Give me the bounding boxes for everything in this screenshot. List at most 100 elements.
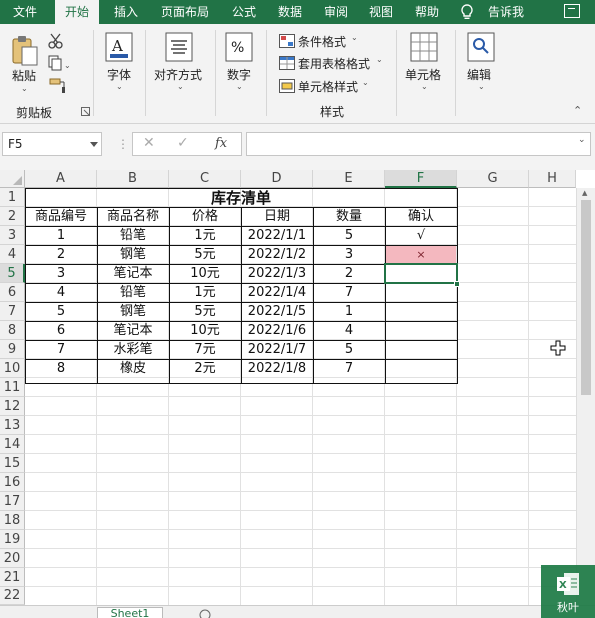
- tab-file[interactable]: 文件: [0, 0, 50, 24]
- tab-insert[interactable]: 插入: [104, 0, 148, 24]
- row-header[interactable]: 17: [0, 492, 25, 511]
- table-cell[interactable]: 1元: [169, 283, 241, 302]
- table-title[interactable]: 库存清单: [25, 189, 457, 207]
- editing-label[interactable]: 编辑: [467, 66, 491, 83]
- table-cell[interactable]: 橡皮: [97, 359, 169, 378]
- column-header-h[interactable]: H: [529, 170, 576, 188]
- cancel-icon[interactable]: ✕: [143, 135, 155, 151]
- row-header[interactable]: 5: [0, 264, 25, 283]
- table-format-icon[interactable]: [279, 56, 295, 70]
- table-cell[interactable]: 2022/1/8: [241, 359, 313, 378]
- lightbulb-icon[interactable]: [460, 4, 474, 20]
- table-cell[interactable]: 2022/1/3: [241, 264, 313, 283]
- row-header[interactable]: 13: [0, 416, 25, 435]
- table-cell[interactable]: [385, 302, 457, 321]
- table-cell[interactable]: 2022/1/4: [241, 283, 313, 302]
- table-cell[interactable]: 3: [313, 245, 385, 264]
- row-header[interactable]: 3: [0, 226, 25, 245]
- vertical-scrollbar[interactable]: ▲: [576, 188, 595, 605]
- row-header[interactable]: 19: [0, 530, 25, 549]
- row-header[interactable]: 7: [0, 302, 25, 321]
- alignment-dropdown-icon[interactable]: ⌄: [177, 82, 184, 91]
- name-box-dropdown-icon[interactable]: [90, 142, 98, 147]
- cells-icon[interactable]: [410, 32, 438, 62]
- alignment-icon[interactable]: [165, 32, 193, 62]
- fill-handle[interactable]: [454, 281, 460, 287]
- select-all-corner[interactable]: [0, 170, 25, 188]
- tell-me-label[interactable]: 告诉我: [481, 0, 531, 24]
- table-cell[interactable]: 笔记本: [97, 264, 169, 283]
- row-header[interactable]: 4: [0, 245, 25, 264]
- formula-input[interactable]: [246, 132, 591, 156]
- table-cell[interactable]: 6: [25, 321, 97, 340]
- row-header[interactable]: 21: [0, 568, 25, 587]
- row-header[interactable]: 22: [0, 587, 25, 605]
- conditional-format-dropdown-icon[interactable]: ⌄: [351, 33, 358, 42]
- tab-review[interactable]: 审阅: [314, 0, 358, 24]
- cells-label[interactable]: 单元格: [405, 66, 441, 83]
- row-header[interactable]: 1: [0, 188, 25, 207]
- table-cell[interactable]: 7元: [169, 340, 241, 359]
- row-header[interactable]: 16: [0, 473, 25, 492]
- percent-icon[interactable]: %: [225, 32, 253, 62]
- conditional-format-button[interactable]: 条件格式: [298, 33, 346, 50]
- cell-styles-button[interactable]: 单元格样式: [298, 78, 358, 95]
- row-header[interactable]: 18: [0, 511, 25, 530]
- table-cell[interactable]: [385, 321, 457, 340]
- table-cell[interactable]: 2022/1/5: [241, 302, 313, 321]
- table-cell[interactable]: 1元: [169, 226, 241, 245]
- number-label[interactable]: 数字: [227, 66, 251, 83]
- table-cell[interactable]: 钢笔: [97, 302, 169, 321]
- table-cell[interactable]: 7: [313, 283, 385, 302]
- font-label[interactable]: 字体: [107, 66, 131, 83]
- table-cell[interactable]: 铅笔: [97, 226, 169, 245]
- scroll-thumb[interactable]: [581, 200, 591, 395]
- table-cell[interactable]: [385, 340, 457, 359]
- table-cell[interactable]: 2: [313, 264, 385, 283]
- column-header-b[interactable]: B: [97, 170, 169, 188]
- editing-dropdown-icon[interactable]: ⌄: [478, 82, 485, 91]
- column-header-g[interactable]: G: [457, 170, 529, 188]
- paste-icon[interactable]: [10, 34, 42, 68]
- copy-icon[interactable]: ⌄: [47, 55, 73, 71]
- cell-styles-dropdown-icon[interactable]: ⌄: [362, 78, 369, 87]
- tab-home[interactable]: 开始: [55, 0, 99, 24]
- table-cell[interactable]: 1: [313, 302, 385, 321]
- table-cell[interactable]: [385, 283, 457, 302]
- table-header-cell[interactable]: 确认: [385, 207, 457, 226]
- table-cell[interactable]: 5: [25, 302, 97, 321]
- row-header[interactable]: 12: [0, 397, 25, 416]
- row-header[interactable]: 9: [0, 340, 25, 359]
- conditional-format-icon[interactable]: [279, 34, 295, 48]
- row-header[interactable]: 14: [0, 435, 25, 454]
- table-cell[interactable]: 10元: [169, 321, 241, 340]
- active-cell-selection[interactable]: [384, 263, 458, 284]
- table-cell[interactable]: 5: [313, 340, 385, 359]
- row-header[interactable]: 20: [0, 549, 25, 568]
- table-cell[interactable]: 2: [25, 245, 97, 264]
- column-header-f[interactable]: F: [385, 170, 457, 188]
- scroll-up-icon[interactable]: ▲: [582, 189, 587, 197]
- row-header[interactable]: 15: [0, 454, 25, 473]
- tab-page-layout[interactable]: 页面布局: [152, 0, 218, 24]
- table-cell[interactable]: 钢笔: [97, 245, 169, 264]
- table-cell[interactable]: 4: [25, 283, 97, 302]
- format-painter-icon[interactable]: [49, 78, 67, 94]
- table-cell[interactable]: ×: [385, 245, 457, 264]
- tab-view[interactable]: 视图: [359, 0, 403, 24]
- table-cell[interactable]: 7: [25, 340, 97, 359]
- tab-formulas[interactable]: 公式: [222, 0, 266, 24]
- ribbon-display-options-icon[interactable]: [564, 4, 580, 18]
- table-cell[interactable]: 4: [313, 321, 385, 340]
- table-cell[interactable]: 5: [313, 226, 385, 245]
- table-cell[interactable]: 5元: [169, 302, 241, 321]
- tab-data[interactable]: 数据: [268, 0, 312, 24]
- table-cell[interactable]: 铅笔: [97, 283, 169, 302]
- table-cell[interactable]: 7: [313, 359, 385, 378]
- paste-dropdown-icon[interactable]: ⌄: [21, 84, 28, 93]
- dialog-launcher-icon[interactable]: [81, 107, 90, 116]
- row-header[interactable]: 11: [0, 378, 25, 397]
- sheet-tab[interactable]: Sheet1: [97, 607, 163, 618]
- alignment-label[interactable]: 对齐方式: [154, 66, 202, 83]
- row-header[interactable]: 2: [0, 207, 25, 226]
